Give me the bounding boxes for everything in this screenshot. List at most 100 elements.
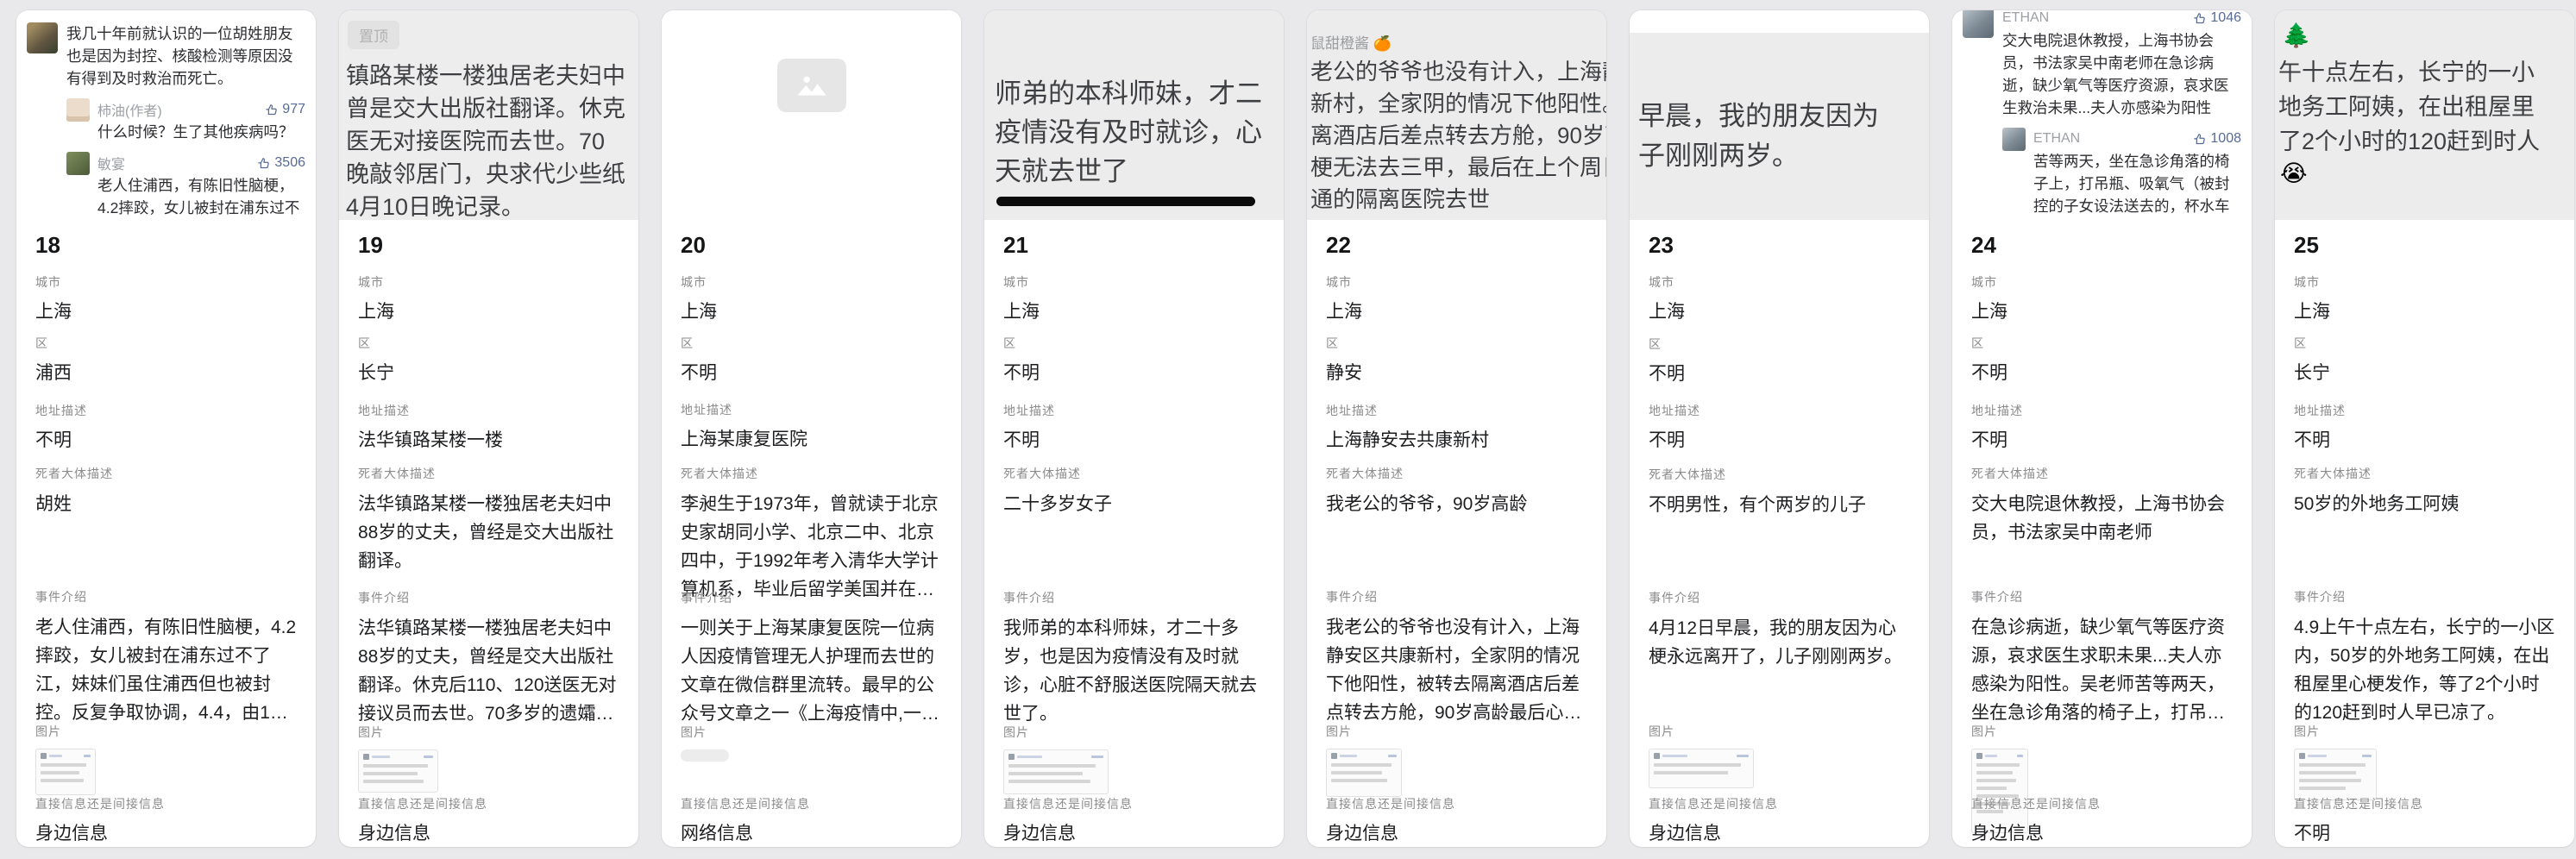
field-value-district: 浦西 (35, 360, 297, 386)
field-city: 城市上海 (35, 273, 297, 335)
thumbnail-avatar (1976, 753, 1982, 759)
field-label-direct: 直接信息还是间接信息 (35, 795, 297, 812)
field-city: 城市上海 (2294, 273, 2555, 335)
field-value-city: 上海 (358, 298, 619, 325)
field-label-district: 区 (681, 335, 942, 352)
field-label-deceased: 死者大体描述 (2294, 465, 2555, 482)
like-count[interactable]: 1046 (2193, 10, 2241, 26)
field-value-address: 不明 (1649, 427, 1910, 454)
field-direct: 直接信息还是间接信息身边信息 (35, 795, 297, 847)
field-value-city: 上海 (1003, 298, 1265, 325)
case-image-thumbnail[interactable] (2294, 749, 2377, 800)
thumbnail-avatar (2299, 753, 2305, 759)
avatar (1963, 10, 1994, 38)
field-value-event: 4.9上午十点左右，长宁的一小区内，50岁的外地务工阿姨，在出租屋里心梗发作，等… (2294, 613, 2555, 727)
case-card[interactable]: 师弟的本科师妹，才二疫情没有及时就诊，心天就去世了21城市上海区不明地址描述不明… (984, 10, 1284, 847)
case-screenshot[interactable]: ETHAN1046交大电院退休教授，上海书协会员，书法家吴中南老师在急诊病逝，缺… (1952, 10, 2252, 220)
case-screenshot[interactable]: 鼠甜橙酱 🍊老公的爷爷也没有计入，上海静新村，全家阴的情况下他阳性。离酒店后差点… (1307, 10, 1606, 220)
case-screenshot[interactable]: 我几十年前就认识的一位胡姓朋友也是因为封控、核酸检测等原因没有得到及时救治而死亡… (16, 10, 316, 220)
thumbnail-avatar (1008, 754, 1015, 760)
case-image-thumbnail[interactable] (1326, 749, 1402, 797)
field-value-direct: 身边信息 (1649, 820, 1910, 847)
field-label-district: 区 (35, 335, 297, 352)
field-label-deceased: 死者大体描述 (1971, 465, 2233, 482)
field-event: 事件介绍法华镇路某楼一楼独居老夫妇中88岁的丈夫，曾经是交大出版社翻译。休克后1… (358, 589, 619, 724)
field-value-direct: 身边信息 (35, 820, 297, 847)
screenshot-text: 午十点左右，长宁的一小地务工阿姨，在出租屋里了2个小时的120赶到时人 (2275, 50, 2574, 159)
case-image-thumbnail[interactable] (681, 749, 729, 762)
case-image-thumbnail[interactable] (1003, 749, 1109, 794)
field-value-address: 上海某康复医院 (681, 426, 942, 453)
field-value-deceased: 二十多岁女子 (1003, 490, 1265, 518)
commenter-name: ETHAN (2002, 10, 2049, 26)
like-count[interactable]: 3506 (257, 155, 305, 171)
case-card[interactable]: 置顶镇路某楼一楼独居老夫妇中曾是交大出版社翻译。休克医无对接医院而去世。70晚敲… (339, 10, 638, 847)
field-district: 区不明 (681, 335, 942, 401)
screenshot-text: 师弟的本科师妹，才二疫情没有及时就诊，心天就去世了 (984, 10, 1284, 191)
field-label-district: 区 (1971, 335, 2233, 352)
field-district: 区不明 (1003, 335, 1265, 402)
field-label-city: 城市 (1971, 273, 2233, 291)
field-address: 地址描述上海静安去共康新村 (1326, 402, 1587, 465)
field-value-district: 不明 (1971, 360, 2233, 386)
field-value-event: 我老公的爷爷也没有计入，上海静安区共康新村，全家阴的情况下他阳性，被转去隔离酒店… (1326, 613, 1587, 727)
field-value-district: 不明 (1649, 361, 1910, 387)
case-screenshot[interactable]: 置顶镇路某楼一楼独居老夫妇中曾是交大出版社翻译。休克医无对接医院而去世。70晚敲… (339, 10, 638, 220)
field-label-direct: 直接信息还是间接信息 (1326, 795, 1587, 812)
screenshot-text-line: 新村，全家阴的情况下他阳性。 (1310, 88, 1606, 120)
like-count-value: 1008 (2210, 131, 2241, 147)
case-card[interactable]: 鼠甜橙酱 🍊老公的爷爷也没有计入，上海静新村，全家阴的情况下他阳性。离酒店后差点… (1307, 10, 1606, 847)
field-value-city: 上海 (1649, 298, 1910, 325)
field-image: 图片 (681, 724, 942, 795)
field-image: 图片 (358, 724, 619, 795)
case-screenshot[interactable]: 早晨，我的朋友因为子刚刚两岁。 (1630, 10, 1929, 220)
field-label-city: 城市 (358, 273, 619, 291)
field-label-district: 区 (1649, 335, 1910, 353)
case-screenshot[interactable]: 🌲午十点左右，长宁的一小地务工阿姨，在出租屋里了2个小时的120赶到时人😭 (2275, 10, 2574, 220)
field-label-deceased: 死者大体描述 (1326, 465, 1587, 482)
comment-reply: 柿油(作者)977什么时候？生了其他疾病吗？ (27, 98, 305, 143)
field-value-address: 不明 (1971, 427, 2233, 454)
case-screenshot[interactable]: 师弟的本科师妹，才二疫情没有及时就诊，心天就去世了 (984, 10, 1284, 220)
case-number: 23 (1649, 232, 1910, 261)
screenshot-text-line: 午十点左右，长宁的一小 (2278, 55, 2574, 90)
field-label-image: 图片 (358, 724, 619, 741)
field-image: 图片 (35, 723, 297, 795)
field-value-direct: 不明 (2294, 820, 2555, 847)
field-deceased: 死者大体描述法华镇路某楼一楼独居老夫妇中88岁的丈夫，曾经是交大出版社翻译。 (358, 465, 619, 588)
field-value-city: 上海 (2294, 298, 2555, 325)
case-image-thumbnail[interactable] (35, 749, 96, 795)
field-city: 城市上海 (358, 273, 619, 335)
field-label-direct: 直接信息还是间接信息 (2294, 795, 2555, 812)
like-count-value: 977 (282, 102, 305, 117)
avatar (27, 22, 58, 53)
field-label-city: 城市 (1003, 273, 1265, 291)
field-value-city: 上海 (1326, 298, 1587, 325)
field-label-image: 图片 (1649, 723, 1910, 740)
case-card[interactable]: 🌲午十点左右，长宁的一小地务工阿姨，在出租屋里了2个小时的120赶到时人😭25城… (2275, 10, 2574, 847)
case-number: 18 (35, 232, 297, 261)
field-image: 图片 (1971, 723, 2233, 795)
field-image: 图片 (1649, 723, 1910, 795)
case-card[interactable]: 我几十年前就认识的一位胡姓朋友也是因为封控、核酸检测等原因没有得到及时救治而死亡… (16, 10, 316, 847)
field-address: 地址描述不明 (35, 402, 297, 465)
case-screenshot[interactable] (662, 10, 961, 220)
screenshot-text-line: 通的隔离医院去世 (1310, 184, 1606, 216)
field-city: 城市上海 (1326, 273, 1587, 335)
case-image-thumbnail[interactable] (358, 749, 438, 793)
field-event: 事件介绍4月12日早晨，我的朋友因为心梗永远离开了，儿子刚刚两岁。 (1649, 589, 1910, 723)
field-city: 城市上海 (1003, 273, 1265, 335)
case-card[interactable]: ETHAN1046交大电院退休教授，上海书协会员，书法家吴中南老师在急诊病逝，缺… (1952, 10, 2252, 847)
field-direct: 直接信息还是间接信息身边信息 (1326, 795, 1587, 847)
field-label-address: 地址描述 (358, 402, 619, 419)
case-image-thumbnail[interactable] (1649, 749, 1754, 788)
field-address: 地址描述不明 (1649, 402, 1910, 466)
screenshot-text-line: 离酒店后差点转去方舱，90岁高 (1310, 120, 1606, 152)
field-value-direct: 身边信息 (1003, 820, 1265, 847)
field-district: 区不明 (1649, 335, 1910, 403)
like-count[interactable]: 977 (265, 102, 305, 117)
like-count[interactable]: 1008 (2193, 131, 2241, 147)
case-card[interactable]: 早晨，我的朋友因为子刚刚两岁。23城市上海区不明地址描述不明死者大体描述不明男性… (1630, 10, 1929, 847)
case-card[interactable]: 20城市上海区不明地址描述上海某康复医院死者大体描述李昶生于1973年，曾就读于… (662, 10, 961, 847)
field-label-address: 地址描述 (681, 401, 942, 418)
